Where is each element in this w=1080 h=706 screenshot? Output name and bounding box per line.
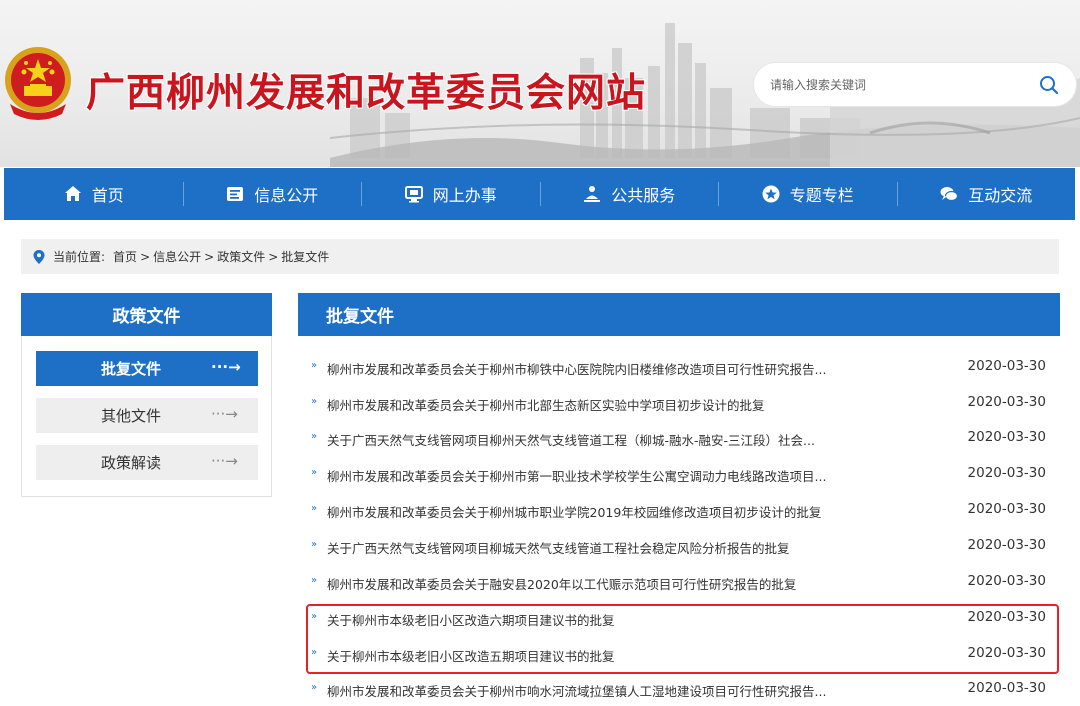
list-item[interactable]: » 关于广西天然气支线管网项目柳州天然气支线管道工程（柳城-融水-融安-三江段）… bbox=[298, 421, 1060, 455]
list-item-date: 2020-03-30 bbox=[967, 429, 1046, 445]
list-item[interactable]: » 柳州市发展和改革委员会关于柳州市第一职业技术学校学生公寓空调动力电线路改造项… bbox=[298, 457, 1060, 491]
breadcrumb-link-info[interactable]: 信息公开 bbox=[153, 248, 201, 265]
list-item[interactable]: » 柳州市发展和改革委员会关于柳州市响水河流域拉堡镇人工湿地建设项目可行性研究报… bbox=[298, 672, 1060, 706]
breadcrumb-prefix: 当前位置: bbox=[53, 250, 106, 264]
star-icon bbox=[762, 185, 780, 203]
nav-label: 公共服务 bbox=[611, 186, 676, 205]
list-item-date: 2020-03-30 bbox=[967, 501, 1046, 517]
home-icon bbox=[64, 186, 81, 201]
arrow-right-icon: ···→ bbox=[211, 405, 238, 423]
arrow-right-icon: ···→ bbox=[211, 452, 238, 470]
sidebar: 政策文件 批复文件 ···→ 其他文件 ···→ 政策解读 ···→ bbox=[21, 293, 272, 497]
monitor-icon bbox=[404, 186, 423, 203]
bullet-icon: » bbox=[311, 575, 318, 586]
bullet-icon: » bbox=[311, 539, 318, 550]
bullet-icon: » bbox=[311, 467, 318, 478]
breadcrumb-separator: > bbox=[140, 249, 151, 264]
search-box bbox=[754, 63, 1076, 106]
bullet-icon: » bbox=[311, 431, 318, 442]
bullet-icon: » bbox=[311, 503, 318, 514]
list-item-title[interactable]: 柳州市发展和改革委员会关于柳州市柳铁中心医院院内旧楼维修改造项目可行性研究报告.… bbox=[327, 359, 826, 378]
list-item-date: 2020-03-30 bbox=[967, 394, 1046, 410]
national-emblem-icon bbox=[5, 47, 71, 120]
nav-item-home[interactable]: 首页 bbox=[4, 168, 183, 220]
list-item-title[interactable]: 关于广西天然气支线管网项目柳城天然气支线管道工程社会稳定风险分析报告的批复 bbox=[327, 538, 790, 557]
sidebar-item-label: 政策解读 bbox=[100, 454, 161, 472]
sidebar-title: 政策文件 bbox=[21, 293, 272, 336]
nav-label: 信息公开 bbox=[254, 186, 319, 205]
search-input[interactable] bbox=[770, 74, 1020, 96]
list-item[interactable]: » 柳州市发展和改革委员会关于柳州城市职业学院2019年校园维修改造项目初步设计… bbox=[298, 493, 1060, 527]
site-title: 广西柳州发展和改革委员会网站 bbox=[86, 70, 647, 116]
list-item-title[interactable]: 柳州市发展和改革委员会关于柳州市响水河流域拉堡镇人工湿地建设项目可行性研究报告.… bbox=[327, 681, 826, 700]
nav-item-special-topics[interactable]: 专题专栏 bbox=[718, 168, 897, 220]
nav-item-interaction[interactable]: 互动交流 bbox=[896, 168, 1076, 220]
main-nav: 首页 信息公开 网上办事 公共服务 专题专栏 互动交流 bbox=[4, 168, 1075, 220]
list-item-title[interactable]: 关于广西天然气支线管网项目柳州天然气支线管道工程（柳城-融水-融安-三江段）社会… bbox=[327, 430, 815, 449]
breadcrumb-link-policy[interactable]: 政策文件 bbox=[217, 248, 265, 265]
nav-label: 网上办事 bbox=[432, 186, 497, 205]
sidebar-item-policy-interpretation[interactable]: 政策解读 ···→ bbox=[36, 445, 258, 480]
bullet-icon: » bbox=[311, 682, 318, 693]
list-item-date: 2020-03-30 bbox=[967, 573, 1046, 589]
list-item[interactable]: » 关于广西天然气支线管网项目柳城天然气支线管道工程社会稳定风险分析报告的批复 … bbox=[298, 529, 1060, 563]
search-icon[interactable] bbox=[1038, 74, 1060, 96]
sidebar-item-label: 批复文件 bbox=[100, 360, 161, 378]
breadcrumb-separator: > bbox=[204, 249, 215, 264]
nav-label: 互动交流 bbox=[968, 186, 1033, 205]
location-pin-icon bbox=[33, 249, 45, 264]
section-title: 批复文件 bbox=[298, 293, 1060, 336]
list-item-title[interactable]: 柳州市发展和改革委员会关于柳州城市职业学院2019年校园维修改造项目初步设计的批… bbox=[327, 502, 821, 521]
sidebar-item-approval-docs[interactable]: 批复文件 ···→ bbox=[36, 351, 258, 386]
info-icon bbox=[227, 187, 244, 201]
nav-item-public-service[interactable]: 公共服务 bbox=[539, 168, 719, 220]
list-item[interactable]: » 柳州市发展和改革委员会关于柳州市柳铁中心医院院内旧楼维修改造项目可行性研究报… bbox=[298, 350, 1060, 384]
breadcrumb-link-current[interactable]: 批复文件 bbox=[281, 248, 329, 265]
nav-label: 专题专栏 bbox=[789, 186, 854, 205]
sidebar-item-other-docs[interactable]: 其他文件 ···→ bbox=[36, 398, 258, 433]
list-item-date: 2020-03-30 bbox=[967, 465, 1046, 481]
nav-item-online-service[interactable]: 网上办事 bbox=[361, 168, 540, 220]
nav-item-info[interactable]: 信息公开 bbox=[182, 168, 362, 220]
list-item-date: 2020-03-30 bbox=[967, 680, 1046, 696]
bullet-icon: » bbox=[311, 360, 318, 371]
arrow-right-icon: ···→ bbox=[211, 358, 241, 376]
highlight-box bbox=[306, 604, 1059, 674]
list-item-date: 2020-03-30 bbox=[967, 537, 1046, 553]
list-item-title[interactable]: 柳州市发展和改革委员会关于柳州市北部生态新区实验中学项目初步设计的批复 bbox=[327, 395, 765, 414]
breadcrumb-link-home[interactable]: 首页 bbox=[113, 248, 137, 265]
breadcrumb: 当前位置: 首页 > 信息公开 > 政策文件 > 批复文件 bbox=[21, 239, 1059, 274]
list-item[interactable]: » 柳州市发展和改革委员会关于柳州市北部生态新区实验中学项目初步设计的批复 20… bbox=[298, 386, 1060, 420]
site-header: 广西柳州发展和改革委员会网站 bbox=[0, 0, 1080, 167]
breadcrumb-separator: > bbox=[268, 249, 279, 264]
list-item-title[interactable]: 柳州市发展和改革委员会关于柳州市第一职业技术学校学生公寓空调动力电线路改造项目.… bbox=[327, 466, 826, 485]
nav-label: 首页 bbox=[91, 186, 124, 205]
list-item[interactable]: » 柳州市发展和改革委员会关于融安县2020年以工代赈示范项目可行性研究报告的批… bbox=[298, 565, 1060, 599]
chat-icon bbox=[940, 187, 959, 202]
sidebar-item-label: 其他文件 bbox=[100, 407, 161, 425]
list-item-title[interactable]: 柳州市发展和改革委员会关于融安县2020年以工代赈示范项目可行性研究报告的批复 bbox=[327, 574, 796, 593]
list-item-date: 2020-03-30 bbox=[967, 358, 1046, 374]
bullet-icon: » bbox=[311, 396, 318, 407]
service-icon bbox=[584, 186, 601, 202]
